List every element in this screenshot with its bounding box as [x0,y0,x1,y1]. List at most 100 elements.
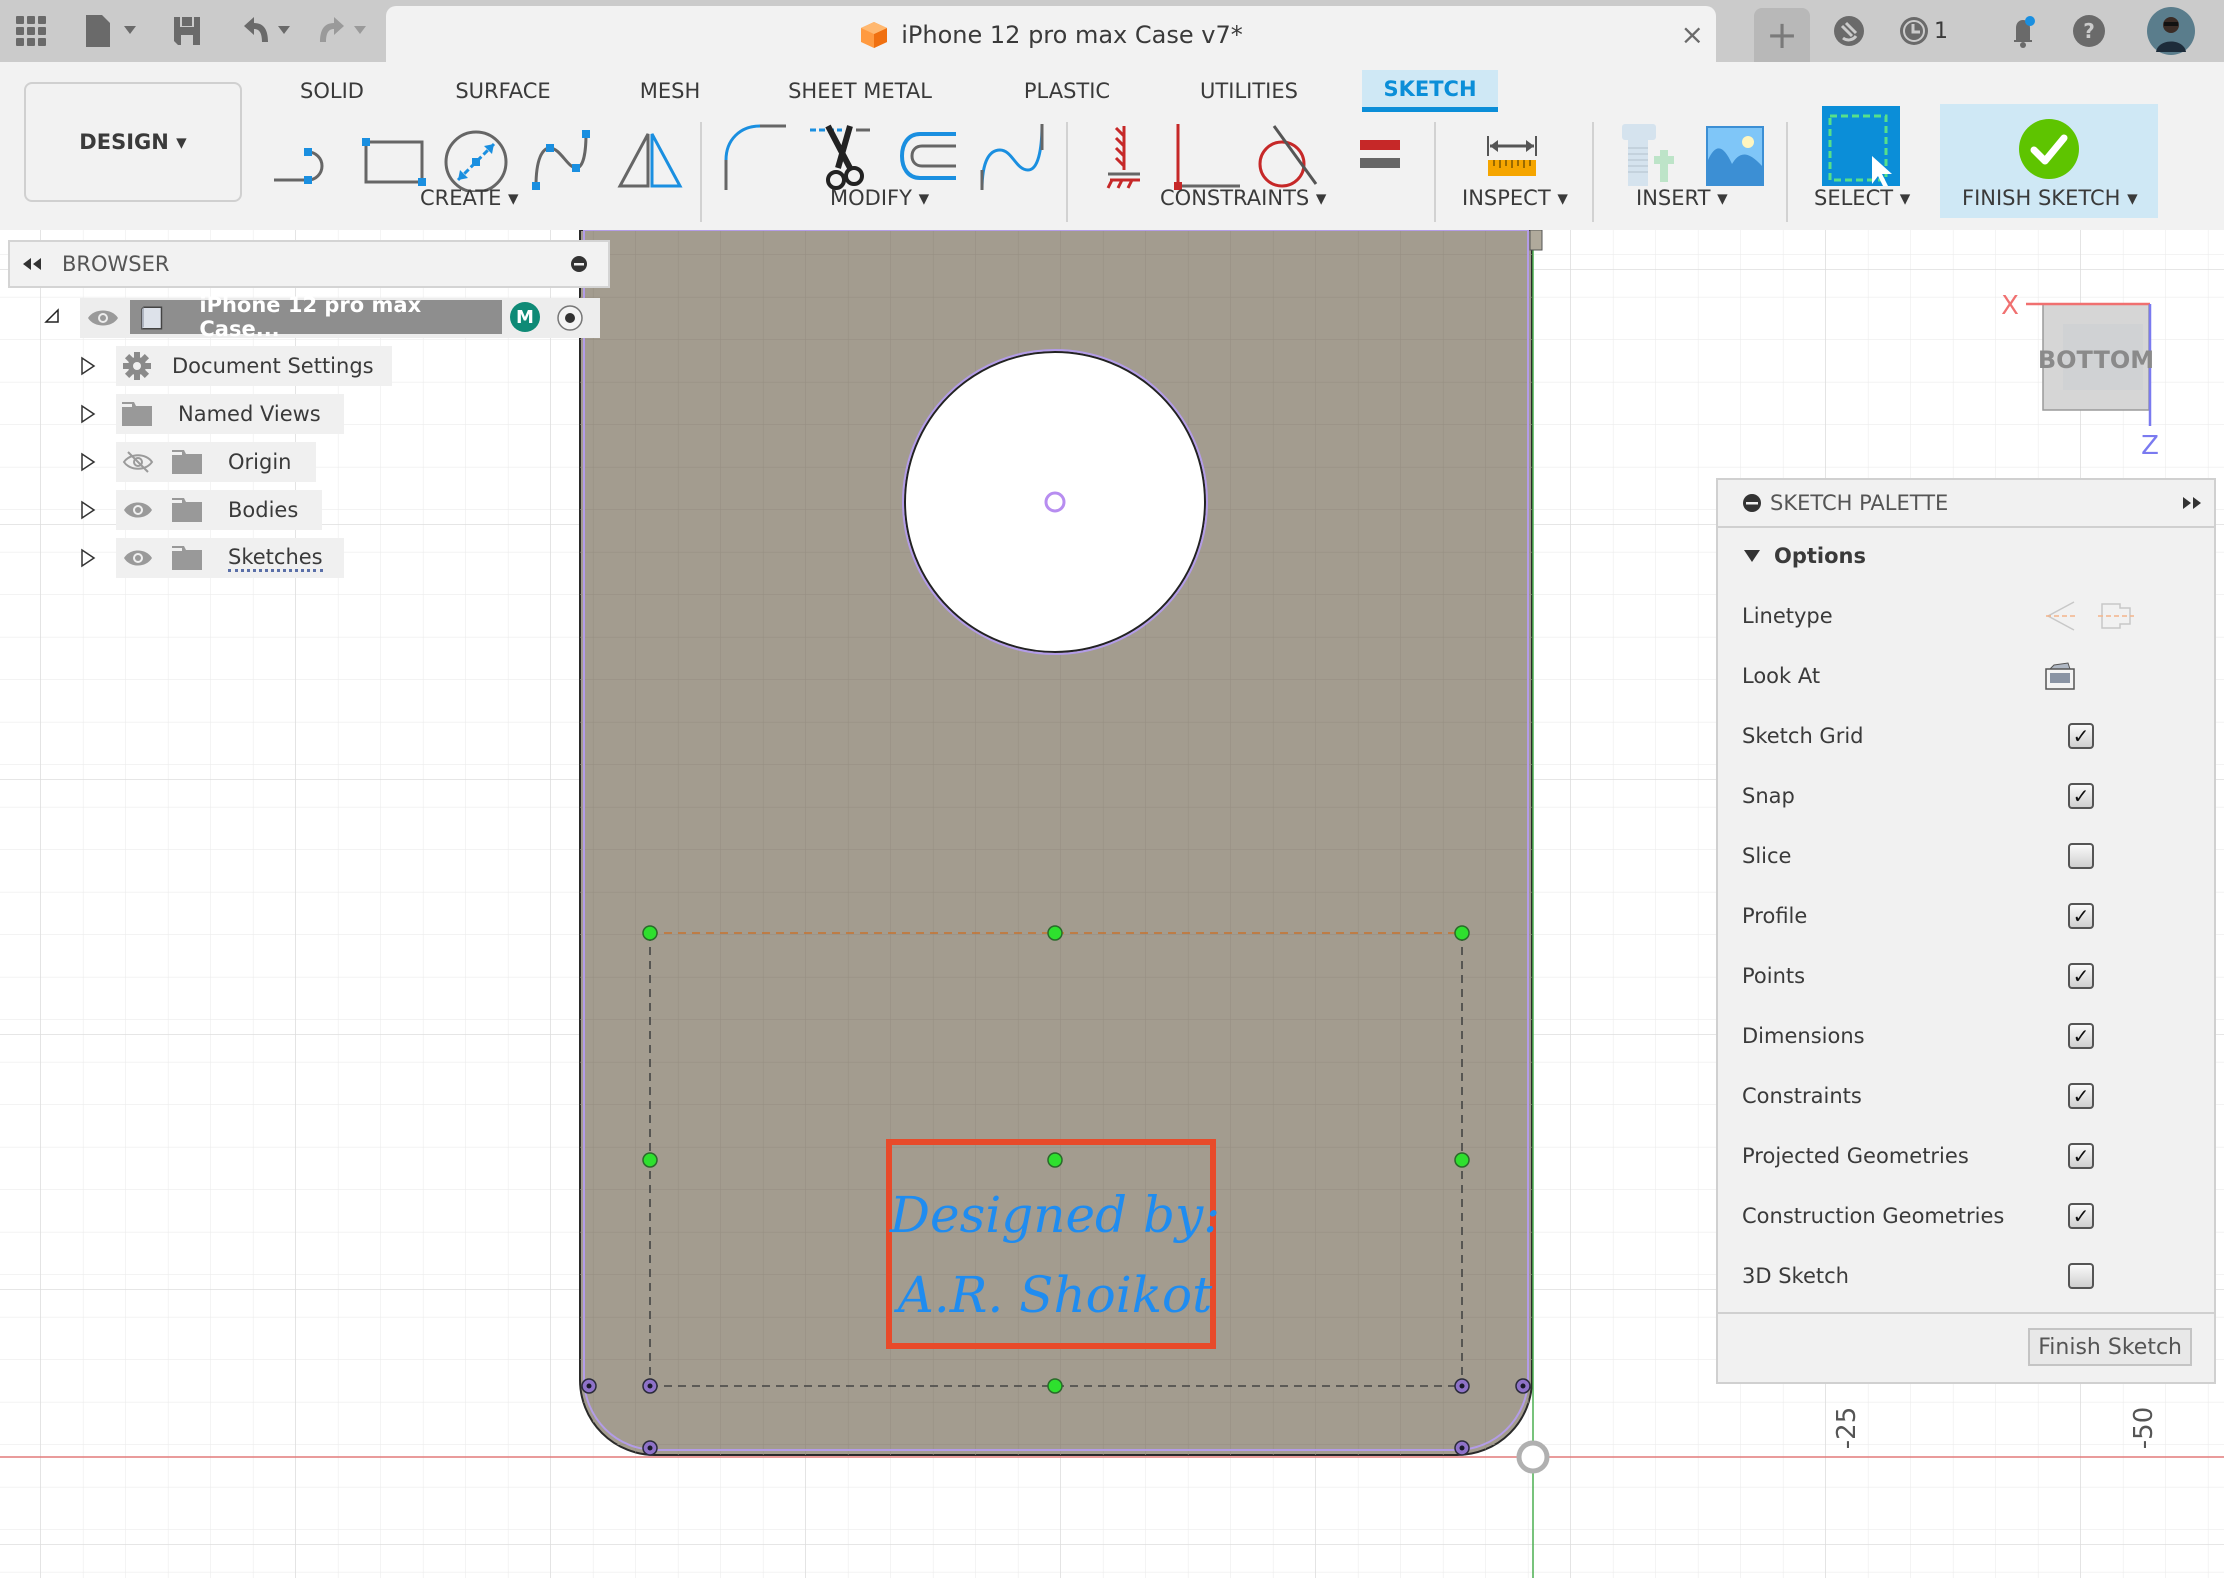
expand-icon[interactable] [80,356,96,376]
expand-icon[interactable] [80,452,96,472]
palette-pin-icon[interactable] [1742,493,1762,513]
browser-item-bodies[interactable]: Bodies [116,490,322,530]
document-tab[interactable]: iPhone 12 pro max Case v7* × [386,6,1716,62]
notifications-icon[interactable] [2006,14,2040,48]
collapse-browser-icon[interactable] [20,256,44,272]
tangent-icon[interactable] [1252,120,1324,192]
document-title: iPhone 12 pro max Case v7* [901,21,1243,49]
expand-icon[interactable] [80,500,96,520]
sketch-point[interactable] [1047,925,1063,941]
rectangle-icon[interactable] [358,120,430,192]
expand-palette-icon[interactable] [2180,495,2204,511]
visibility-eye-icon[interactable] [86,306,120,330]
select-window-icon[interactable] [1822,106,1900,186]
browser-item-sketches[interactable]: Sketches [116,538,344,578]
collapse-root-icon[interactable] [44,308,60,324]
collapse-options-icon [1744,550,1760,562]
spline-icon[interactable] [528,120,600,192]
finish-sketch-button[interactable]: FINISH SKETCH ▾ [1940,104,2158,218]
snap-checkbox[interactable]: ✓ [2068,783,2094,809]
visibility-eye-icon[interactable] [122,546,154,570]
browser-panel-header[interactable]: BROWSER [8,240,610,288]
offset-icon[interactable] [890,120,962,192]
construction-geometries-checkbox[interactable]: ✓ [2068,1203,2094,1229]
line-icon[interactable] [272,120,344,192]
help-icon[interactable]: ? [2072,14,2106,48]
sketch-point[interactable] [642,1152,658,1168]
fix-icon[interactable] [1088,120,1160,192]
expand-icon[interactable] [80,404,96,424]
apps-grid-icon[interactable] [14,14,48,48]
tab-sheet-metal[interactable]: SHEET METAL [780,70,940,112]
browser-item-origin[interactable]: Origin [116,442,316,482]
new-tab-button[interactable]: + [1754,8,1810,62]
trim-icon[interactable] [806,120,878,192]
constraints-menu[interactable]: CONSTRAINTS ▾ [1160,186,1326,210]
close-tab-icon[interactable]: × [1681,18,1704,51]
expand-icon[interactable] [80,548,96,568]
browser-pin-icon[interactable] [570,255,588,273]
undo-icon[interactable] [240,14,300,48]
tab-solid[interactable]: SOLID [288,70,376,112]
sketch-point[interactable] [1454,925,1470,941]
look-at-icon[interactable] [2044,661,2076,691]
tab-mesh[interactable]: MESH [630,70,710,112]
sketch-point[interactable] [1047,1152,1063,1168]
sketch-text-line2[interactable]: A.R. Shoikot [894,1266,1213,1324]
finish-sketch-small-button[interactable]: Finish Sketch [2028,1328,2192,1366]
equal-icon[interactable] [1344,120,1416,192]
measure-icon[interactable] [1476,120,1548,192]
toolbar-ribbon: DESIGN ▾ SOLID SURFACE MESH SHEET METAL … [0,62,2224,230]
tab-sketch[interactable]: SKETCH [1362,70,1498,112]
tab-utilities[interactable]: UTILITIES [1192,70,1306,112]
camera-cutout-circle[interactable] [904,351,1206,653]
profile-checkbox[interactable]: ✓ [2068,903,2094,929]
root-component-label[interactable]: iPhone 12 pro max Case... [130,293,502,341]
insert-menu[interactable]: INSERT ▾ [1636,186,1728,210]
save-icon[interactable] [172,14,202,48]
sketch-text-line1[interactable]: Designed by: [889,1186,1220,1244]
select-menu[interactable]: SELECT ▾ [1814,186,1910,210]
activate-component-radio[interactable] [556,304,584,332]
tab-plastic[interactable]: PLASTIC [1016,70,1118,112]
sketch-point[interactable] [1454,1152,1470,1168]
points-checkbox[interactable]: ✓ [2068,963,2094,989]
browser-item-named-views[interactable]: Named Views [116,394,344,434]
workspace-switcher[interactable]: DESIGN ▾ [24,82,242,202]
create-menu[interactable]: CREATE ▾ [420,186,519,210]
user-avatar[interactable] [2146,6,2196,56]
fillet-icon[interactable] [720,120,792,192]
insert-canvas-icon[interactable] [1700,120,1772,192]
insert-mcmaster-icon[interactable] [1614,120,1686,192]
constraints-checkbox[interactable]: ✓ [2068,1083,2094,1109]
tab-surface[interactable]: SURFACE [446,70,560,112]
origin-marker-icon[interactable] [1516,1440,1550,1474]
slice-checkbox[interactable] [2068,843,2094,869]
option-snap: Snap ✓ [1742,776,2182,816]
visibility-hidden-icon[interactable] [122,450,154,474]
circle-icon[interactable] [440,120,512,192]
projected-geometries-checkbox[interactable]: ✓ [2068,1143,2094,1169]
sketch-point[interactable] [642,925,658,941]
inspect-menu[interactable]: INSPECT ▾ [1462,186,1568,210]
sketch-palette-header[interactable]: SKETCH PALETTE [1718,480,2214,528]
options-section-header[interactable]: Options [1742,536,2182,576]
browser-root-row[interactable]: iPhone 12 pro max Case... M [80,293,600,341]
mirror-icon[interactable] [614,120,686,192]
coincident-icon[interactable] [1170,120,1242,192]
spline-edit-icon[interactable] [978,120,1050,192]
job-status[interactable]: 1 [1898,14,1948,48]
browser-item-document-settings[interactable]: Document Settings [116,346,392,386]
construction-linetype-icon[interactable] [2044,598,2080,634]
centerline-linetype-icon[interactable] [2098,598,2134,634]
dimensions-checkbox[interactable]: ✓ [2068,1023,2094,1049]
sketch-point[interactable] [1047,1378,1063,1394]
redo-icon[interactable] [316,14,376,48]
divider [1434,122,1436,222]
offline-icon[interactable] [1832,14,1866,48]
visibility-eye-icon[interactable] [122,498,154,522]
modify-menu[interactable]: MODIFY ▾ [830,186,929,210]
file-icon[interactable] [84,14,144,48]
3d-sketch-checkbox[interactable] [2068,1263,2094,1289]
sketch-grid-checkbox[interactable]: ✓ [2068,723,2094,749]
